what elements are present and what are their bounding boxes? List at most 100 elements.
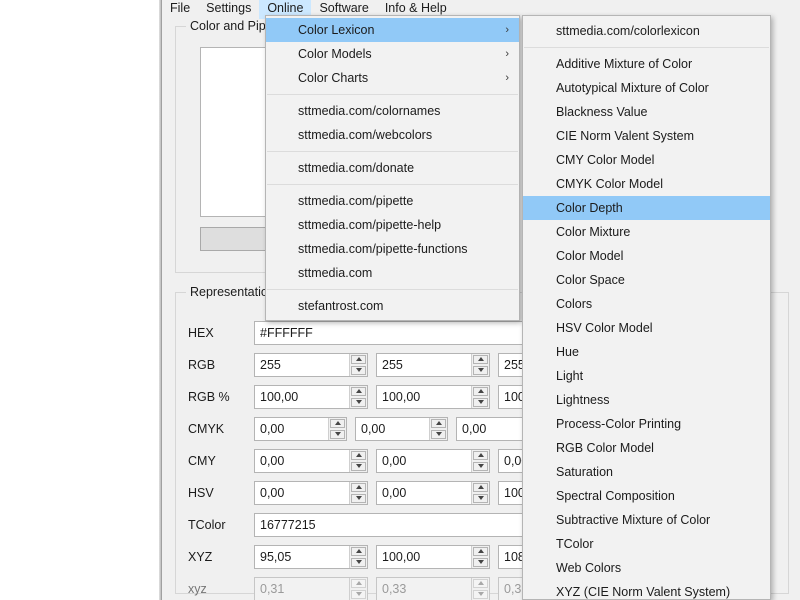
field-value: 0,31: [260, 581, 285, 596]
row-label-xyz: XYZ: [188, 549, 213, 564]
spinner-up-arrow: [477, 357, 484, 361]
field-cmyk-1[interactable]: 0,00: [254, 416, 347, 441]
field-value: 0,00: [361, 421, 386, 436]
menu-item-stefantrost-com[interactable]: stefantrost.com: [266, 294, 519, 318]
menu-separator: [267, 151, 518, 152]
menu-item-spectral-composition[interactable]: Spectral Composition: [523, 484, 770, 508]
spinner[interactable]: [349, 481, 367, 504]
menu-item-tcolor[interactable]: TColor: [523, 532, 770, 556]
field-hsv-1[interactable]: 0,00: [254, 480, 368, 505]
spinner-down-icon[interactable]: [473, 365, 488, 375]
spinner-up-arrow: [477, 453, 484, 457]
spinner-up-icon[interactable]: [351, 450, 366, 460]
menu-item-light[interactable]: Light: [523, 364, 770, 388]
spinner[interactable]: [349, 545, 367, 568]
menu-item-sttmedia-com-donate[interactable]: sttmedia.com/donate: [266, 156, 519, 180]
spinner[interactable]: [471, 385, 489, 408]
menu-item-color-depth[interactable]: Color Depth: [523, 196, 770, 220]
spinner-up-icon[interactable]: [351, 386, 366, 396]
menu-item-sttmedia-com-colorlexicon[interactable]: sttmedia.com/colorlexicon: [523, 19, 770, 43]
spinner-down-icon[interactable]: [431, 429, 446, 439]
spinner-down-arrow: [477, 496, 484, 500]
field-hsv-2[interactable]: 0,00: [376, 480, 490, 505]
spinner[interactable]: [349, 449, 367, 472]
spinner-down-icon[interactable]: [351, 493, 366, 503]
menu-item-label: Color Mixture: [556, 225, 631, 239]
menu-item-hue[interactable]: Hue: [523, 340, 770, 364]
menu-item-label: sttmedia.com/colornames: [298, 104, 441, 118]
menu-item-xyz-cie-norm-valent-system[interactable]: XYZ (CIE Norm Valent System): [523, 580, 770, 600]
spinner[interactable]: [471, 449, 489, 472]
spinner-up-icon[interactable]: [351, 546, 366, 556]
spinner-down-icon[interactable]: [473, 461, 488, 471]
field-cmy-2[interactable]: 0,00: [376, 448, 490, 473]
menu-item-sttmedia-com-colornames[interactable]: sttmedia.com/colornames: [266, 99, 519, 123]
menu-item-colors[interactable]: Colors: [523, 292, 770, 316]
menu-item-blackness-value[interactable]: Blackness Value: [523, 100, 770, 124]
menu-item-lightness[interactable]: Lightness: [523, 388, 770, 412]
menu-item-saturation[interactable]: Saturation: [523, 460, 770, 484]
spinner-up-arrow: [477, 485, 484, 489]
menu-item-color-space[interactable]: Color Space: [523, 268, 770, 292]
color-lexicon-submenu[interactable]: sttmedia.com/colorlexicon Additive Mixtur…: [522, 15, 771, 600]
spinner-up-icon[interactable]: [351, 354, 366, 364]
spinner-down-icon[interactable]: [351, 365, 366, 375]
spinner[interactable]: [349, 353, 367, 376]
spinner-up-icon[interactable]: [473, 354, 488, 364]
spinner-up-icon[interactable]: [473, 386, 488, 396]
online-dropdown-menu[interactable]: Color Lexicon › Color Models › Color Charts ›…: [265, 15, 520, 321]
menu-item-sttmedia-com[interactable]: sttmedia.com: [266, 261, 519, 285]
spinner-up-arrow: [355, 581, 362, 585]
field-xyz-1[interactable]: 95,05: [254, 544, 368, 569]
spinner[interactable]: [349, 385, 367, 408]
spinner-up-icon[interactable]: [351, 482, 366, 492]
menu-item-web-colors[interactable]: Web Colors: [523, 556, 770, 580]
menubar-item-file[interactable]: File: [162, 0, 198, 19]
spinner[interactable]: [471, 481, 489, 504]
menu-item-cmy-color-model[interactable]: CMY Color Model: [523, 148, 770, 172]
spinner[interactable]: [328, 417, 346, 440]
menu-item-sttmedia-com-webcolors[interactable]: sttmedia.com/webcolors: [266, 123, 519, 147]
menu-item-process-color-printing[interactable]: Process-Color Printing: [523, 412, 770, 436]
spinner-down-icon[interactable]: [351, 461, 366, 471]
menu-item-color-model[interactable]: Color Model: [523, 244, 770, 268]
field-rgb-1[interactable]: 255: [254, 352, 368, 377]
menu-item-cie-norm-valent-system[interactable]: CIE Norm Valent System: [523, 124, 770, 148]
field-rgb-1[interactable]: 100,00: [254, 384, 368, 409]
menu-item-subtractive-mixture-of-color[interactable]: Subtractive Mixture of Color: [523, 508, 770, 532]
spinner-up-icon[interactable]: [473, 546, 488, 556]
spinner[interactable]: [471, 545, 489, 568]
spinner[interactable]: [471, 353, 489, 376]
field-rgb-2[interactable]: 100,00: [376, 384, 490, 409]
spinner-down-icon[interactable]: [473, 493, 488, 503]
menubar-item-settings[interactable]: Settings: [198, 0, 259, 19]
menu-item-hsv-color-model[interactable]: HSV Color Model: [523, 316, 770, 340]
field-cmyk-2[interactable]: 0,00: [355, 416, 448, 441]
menu-item-sttmedia-com-pipette-help[interactable]: sttmedia.com/pipette-help: [266, 213, 519, 237]
spinner[interactable]: [429, 417, 447, 440]
menu-item-autotypical-mixture-of-color[interactable]: Autotypical Mixture of Color: [523, 76, 770, 100]
spinner-up-icon[interactable]: [473, 482, 488, 492]
spinner-up-icon[interactable]: [330, 418, 345, 428]
spinner-down-icon[interactable]: [351, 397, 366, 407]
spinner-down-icon[interactable]: [473, 397, 488, 407]
field-xyz-2[interactable]: 100,00: [376, 544, 490, 569]
menu-item-color-lexicon[interactable]: Color Lexicon ›: [266, 18, 519, 42]
spinner-up-icon[interactable]: [473, 450, 488, 460]
spinner-down-icon[interactable]: [473, 557, 488, 567]
menu-item-color-models[interactable]: Color Models ›: [266, 42, 519, 66]
menu-item-additive-mixture-of-color[interactable]: Additive Mixture of Color: [523, 52, 770, 76]
menu-item-cmyk-color-model[interactable]: CMYK Color Model: [523, 172, 770, 196]
spinner-down-icon[interactable]: [330, 429, 345, 439]
menu-item-sttmedia-com-pipette-functions[interactable]: sttmedia.com/pipette-functions: [266, 237, 519, 261]
field-cmy-1[interactable]: 0,00: [254, 448, 368, 473]
row-label-cmy: CMY: [188, 453, 216, 468]
field-rgb-2[interactable]: 255: [376, 352, 490, 377]
row-label-xyz: xyz: [188, 581, 207, 596]
spinner-up-icon[interactable]: [431, 418, 446, 428]
menu-item-color-mixture[interactable]: Color Mixture: [523, 220, 770, 244]
spinner-down-icon[interactable]: [351, 557, 366, 567]
menu-item-color-charts[interactable]: Color Charts ›: [266, 66, 519, 90]
menu-item-rgb-color-model[interactable]: RGB Color Model: [523, 436, 770, 460]
menu-item-sttmedia-com-pipette[interactable]: sttmedia.com/pipette: [266, 189, 519, 213]
